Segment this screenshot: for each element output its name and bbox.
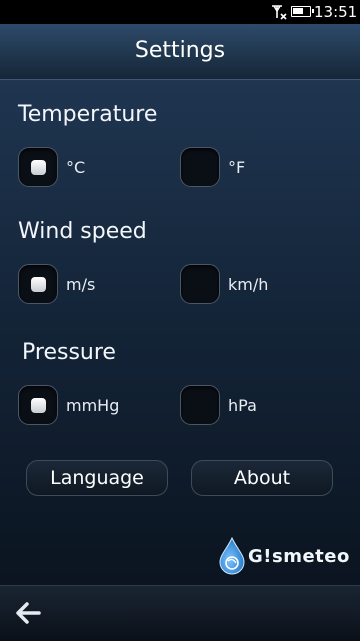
status-clock: 13:51 xyxy=(314,3,358,21)
battery-fill xyxy=(293,8,303,14)
language-button[interactable]: Language xyxy=(26,460,168,496)
celsius-label: °C xyxy=(66,158,86,177)
kmh-label: km/h xyxy=(228,275,269,294)
selected-dot xyxy=(31,398,46,413)
celsius-radio[interactable] xyxy=(18,147,58,187)
title-bar: Settings xyxy=(0,24,360,80)
pressure-title: Pressure xyxy=(22,340,116,365)
wind-speed-title: Wind speed xyxy=(18,219,147,244)
logo-text: G!smeteo xyxy=(248,546,350,567)
bottom-toolbar xyxy=(0,585,360,641)
selected-dot xyxy=(31,160,46,175)
mmhg-radio[interactable] xyxy=(18,385,58,425)
option-hpa[interactable]: hPa xyxy=(180,385,330,427)
ms-radio[interactable] xyxy=(18,264,58,304)
water-drop-icon xyxy=(219,537,245,575)
temperature-title: Temperature xyxy=(18,102,158,127)
gismeteo-logo: G!smeteo xyxy=(218,537,349,577)
option-kmh[interactable]: km/h xyxy=(180,264,330,306)
fahrenheit-radio[interactable] xyxy=(180,147,220,187)
no-signal-icon xyxy=(272,5,287,20)
mmhg-label: mmHg xyxy=(66,396,120,415)
ms-label: m/s xyxy=(66,275,96,294)
status-bar: 13:51 xyxy=(0,0,360,24)
option-celsius[interactable]: °C xyxy=(18,147,168,189)
settings-content: Temperature °C °F Wind speed m/s km/h Pr… xyxy=(0,80,360,585)
page-title: Settings xyxy=(134,38,226,63)
fahrenheit-label: °F xyxy=(228,158,246,177)
about-button[interactable]: About xyxy=(191,460,333,496)
battery-icon xyxy=(291,6,314,17)
selected-dot xyxy=(31,277,46,292)
option-ms[interactable]: m/s xyxy=(18,264,168,306)
option-fahrenheit[interactable]: °F xyxy=(180,147,330,189)
back-arrow-icon[interactable] xyxy=(12,598,44,628)
hpa-label: hPa xyxy=(228,396,257,415)
hpa-radio[interactable] xyxy=(180,385,220,425)
kmh-radio[interactable] xyxy=(180,264,220,304)
option-mmhg[interactable]: mmHg xyxy=(18,385,168,427)
